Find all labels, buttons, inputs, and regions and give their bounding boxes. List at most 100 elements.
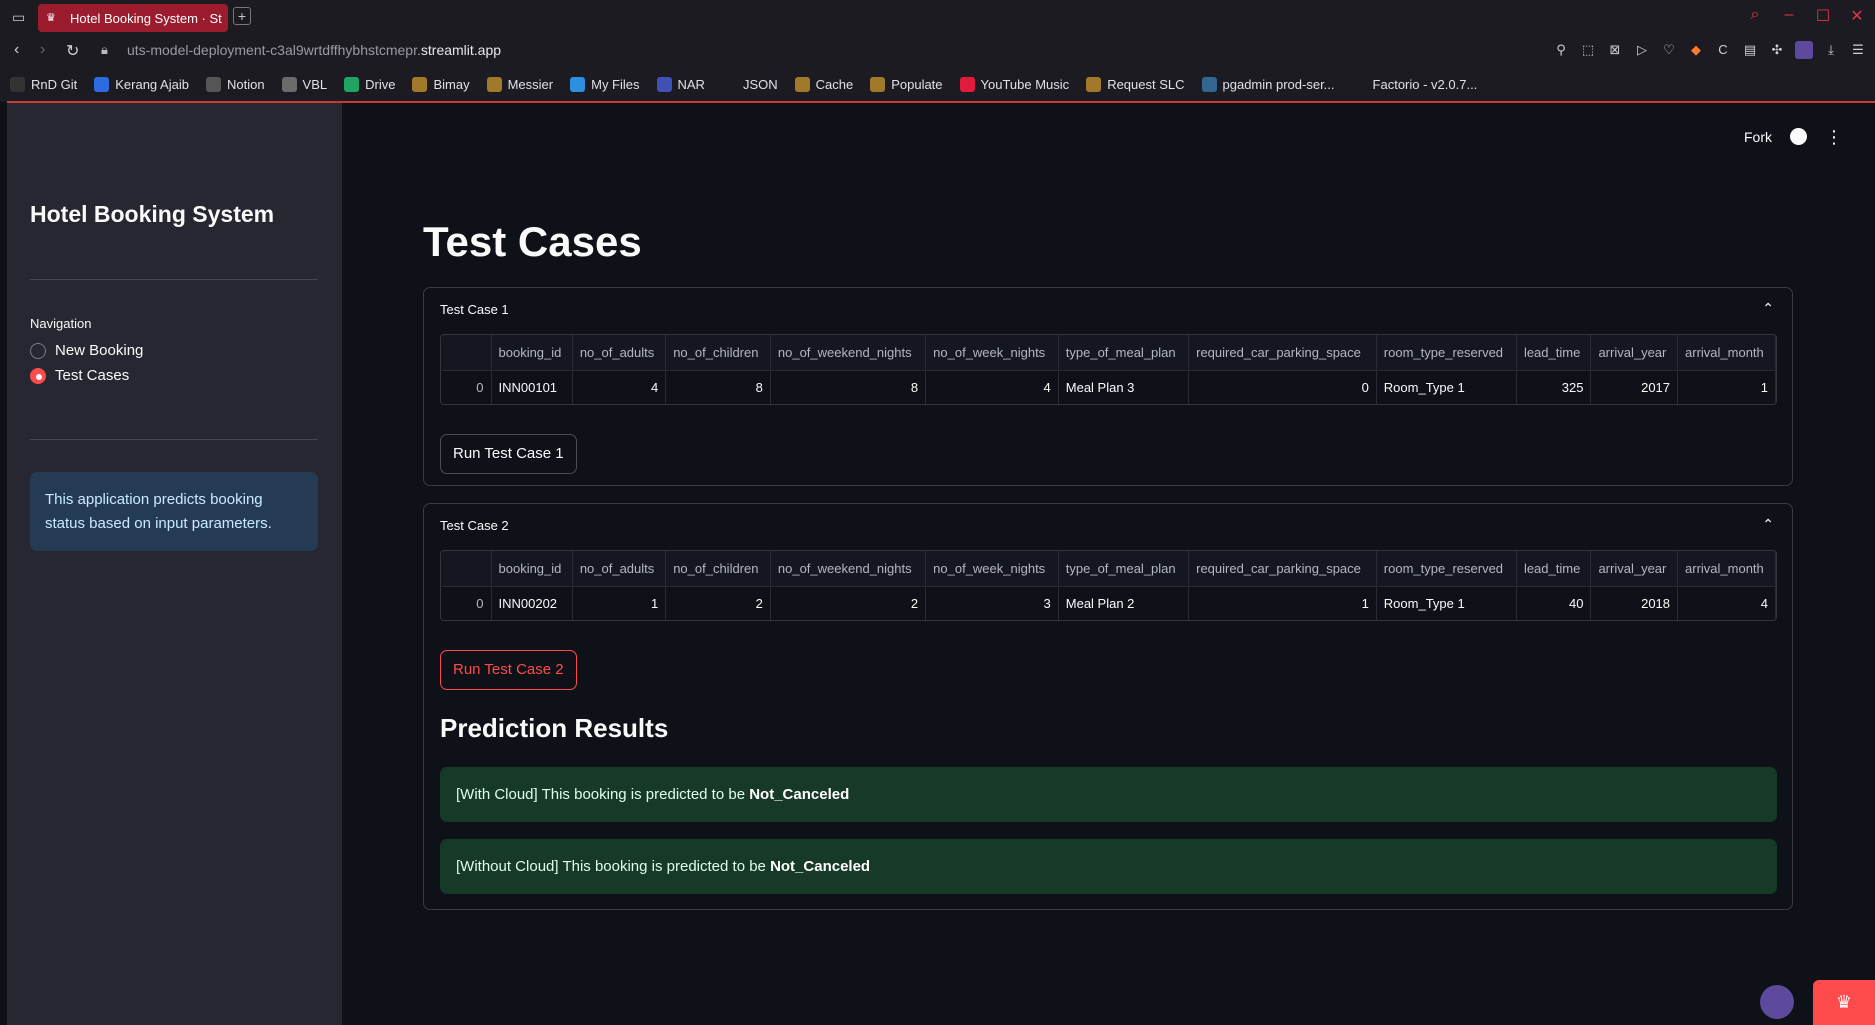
table-cell[interactable]: 4 xyxy=(572,370,667,404)
table-cell[interactable]: 3 xyxy=(925,586,1059,620)
column-header[interactable]: no_of_adults xyxy=(572,551,667,587)
new-tab-button[interactable]: + xyxy=(233,7,251,25)
github-icon[interactable] xyxy=(1790,128,1807,145)
bookmark-item[interactable]: Factorio - v2.0.7... xyxy=(1351,76,1477,92)
column-header[interactable]: no_of_week_nights xyxy=(925,551,1059,587)
bookmark-item[interactable]: Cache xyxy=(794,76,853,92)
extension-fox-icon[interactable]: ◆ xyxy=(1687,41,1705,59)
table-cell[interactable]: Meal Plan 2 xyxy=(1058,586,1190,620)
table-cell[interactable]: INN00202 xyxy=(491,586,573,620)
bookmark-item[interactable]: My Files xyxy=(570,76,640,92)
column-header[interactable]: room_type_reserved xyxy=(1376,335,1517,371)
lock-icon[interactable]: 🔒︎ xyxy=(101,42,108,58)
chevron-up-icon[interactable]: ⌃ xyxy=(1762,300,1774,317)
bookmark-item[interactable]: RnD Git xyxy=(10,76,77,92)
column-header[interactable]: arrival_month xyxy=(1677,551,1776,587)
column-header[interactable]: arrival_year xyxy=(1590,335,1679,371)
tab-overview-icon[interactable]: ▭ xyxy=(12,9,30,25)
bookmark-item[interactable]: Request SLC xyxy=(1086,76,1185,92)
bookmark-item[interactable]: Drive xyxy=(344,76,395,92)
browser-tab-active[interactable]: ♛ Hotel Booking System · St xyxy=(38,4,228,32)
bookmark-item[interactable]: Populate xyxy=(870,76,943,92)
extensions-icon[interactable]: ✣ xyxy=(1768,41,1786,59)
column-header[interactable]: room_type_reserved xyxy=(1376,551,1517,587)
more-menu-icon[interactable]: ⋮ xyxy=(1825,128,1843,146)
run-test-case-2-button[interactable]: Run Test Case 2 xyxy=(440,650,577,690)
table-cell[interactable]: 325 xyxy=(1516,370,1592,404)
bookmark-item[interactable]: JSON xyxy=(721,76,778,92)
table-row[interactable]: 0 INN00202 1 2 2 3 Meal Plan 2 1 Room_Type 1 40 20… xyxy=(441,586,1776,620)
dataframe-test-case-1[interactable]: booking_id no_of_adults no_of_children no_o… xyxy=(440,334,1777,405)
table-row[interactable]: 0 INN00101 4 8 8 4 Meal Plan 3 0 Room_Type 1 325 2… xyxy=(441,370,1776,404)
extension-terminal-icon[interactable]: ▤ xyxy=(1741,41,1759,59)
table-cell[interactable]: 2 xyxy=(665,586,771,620)
column-header[interactable]: no_of_adults xyxy=(572,335,667,371)
bookmark-item[interactable]: Bimay xyxy=(412,76,470,92)
minimize-icon[interactable]: – xyxy=(1777,6,1801,28)
table-cell[interactable]: Room_Type 1 xyxy=(1376,586,1517,620)
bookmark-item[interactable]: Messier xyxy=(486,76,553,92)
chevron-up-icon[interactable]: ⌃ xyxy=(1762,516,1774,533)
back-icon[interactable]: ‹ xyxy=(14,41,19,59)
streamlit-badge-icon[interactable]: ♛ xyxy=(1813,980,1875,1025)
column-header[interactable]: required_car_parking_space xyxy=(1188,335,1377,371)
pin-icon[interactable]: ⚲ xyxy=(1552,41,1570,59)
forward-icon[interactable]: › xyxy=(40,41,45,59)
profile-icon[interactable] xyxy=(1795,41,1813,59)
column-header[interactable]: booking_id xyxy=(491,335,573,371)
block-icon[interactable]: ⊠ xyxy=(1606,41,1624,59)
table-cell[interactable]: 8 xyxy=(665,370,771,404)
bookmark-item[interactable]: NAR xyxy=(656,76,705,92)
radio-selected-icon[interactable] xyxy=(30,367,46,384)
radio-circle-icon[interactable] xyxy=(30,342,46,359)
radio-test-cases[interactable]: Test Cases xyxy=(30,367,129,384)
fork-button[interactable]: Fork xyxy=(1744,129,1772,145)
bookmark-item[interactable]: VBL xyxy=(281,76,327,92)
column-header[interactable]: type_of_meal_plan xyxy=(1058,551,1190,587)
table-cell[interactable]: 2018 xyxy=(1590,586,1679,620)
bookmark-item[interactable]: pgadmin prod-ser... xyxy=(1201,76,1335,92)
table-cell[interactable]: Room_Type 1 xyxy=(1376,370,1517,404)
column-header[interactable]: arrival_month xyxy=(1677,335,1776,371)
expander-header[interactable]: Test Case 2 xyxy=(440,518,509,533)
table-cell[interactable]: 1 xyxy=(1188,586,1377,620)
table-cell[interactable]: 0 xyxy=(1188,370,1377,404)
table-cell[interactable]: 4 xyxy=(1677,586,1776,620)
column-header[interactable]: no_of_weekend_nights xyxy=(770,335,927,371)
play-icon[interactable]: ▷ xyxy=(1633,41,1651,59)
screenshot-icon[interactable]: ⬚ xyxy=(1579,41,1597,59)
bookmark-item[interactable]: Kerang Ajaib xyxy=(94,76,189,92)
bookmark-item[interactable]: YouTube Music xyxy=(959,76,1069,92)
column-header[interactable]: no_of_weekend_nights xyxy=(770,551,927,587)
table-cell[interactable]: 40 xyxy=(1516,586,1592,620)
table-cell[interactable]: 1 xyxy=(572,586,667,620)
table-cell[interactable]: 2 xyxy=(770,586,927,620)
user-avatar-icon[interactable] xyxy=(1760,985,1794,1019)
table-cell[interactable]: 1 xyxy=(1677,370,1776,404)
run-test-case-1-button[interactable]: Run Test Case 1 xyxy=(440,434,577,474)
table-cell[interactable]: 4 xyxy=(925,370,1059,404)
url-field[interactable]: uts-model-deployment-c3al9wrtdffhybhstcm… xyxy=(127,42,501,58)
bookmark-item[interactable]: Notion xyxy=(205,76,265,92)
heart-icon[interactable]: ♡ xyxy=(1660,41,1678,59)
reload-icon[interactable]: ↻ xyxy=(66,41,79,61)
column-header[interactable]: lead_time xyxy=(1516,335,1592,371)
column-header[interactable]: no_of_children xyxy=(665,335,771,371)
column-header[interactable]: required_car_parking_space xyxy=(1188,551,1377,587)
expander-header[interactable]: Test Case 1 xyxy=(440,302,509,317)
table-cell[interactable]: INN00101 xyxy=(491,370,573,404)
column-header[interactable]: type_of_meal_plan xyxy=(1058,335,1190,371)
column-header[interactable]: lead_time xyxy=(1516,551,1592,587)
table-cell[interactable]: Meal Plan 3 xyxy=(1058,370,1190,404)
menu-icon[interactable]: ☰ xyxy=(1849,41,1867,59)
table-cell[interactable]: 8 xyxy=(770,370,927,404)
column-header[interactable]: arrival_year xyxy=(1590,551,1679,587)
column-header[interactable]: booking_id xyxy=(491,551,573,587)
table-cell[interactable]: 2017 xyxy=(1590,370,1679,404)
column-header[interactable]: no_of_week_nights xyxy=(925,335,1059,371)
dataframe-test-case-2[interactable]: booking_id no_of_adults no_of_children no_o… xyxy=(440,550,1777,621)
radio-new-booking[interactable]: New Booking xyxy=(30,342,143,359)
maximize-icon[interactable]: ☐ xyxy=(1811,6,1835,28)
close-icon[interactable]: ✕ xyxy=(1845,6,1869,28)
downloads-icon[interactable]: ⤓ xyxy=(1822,41,1840,59)
